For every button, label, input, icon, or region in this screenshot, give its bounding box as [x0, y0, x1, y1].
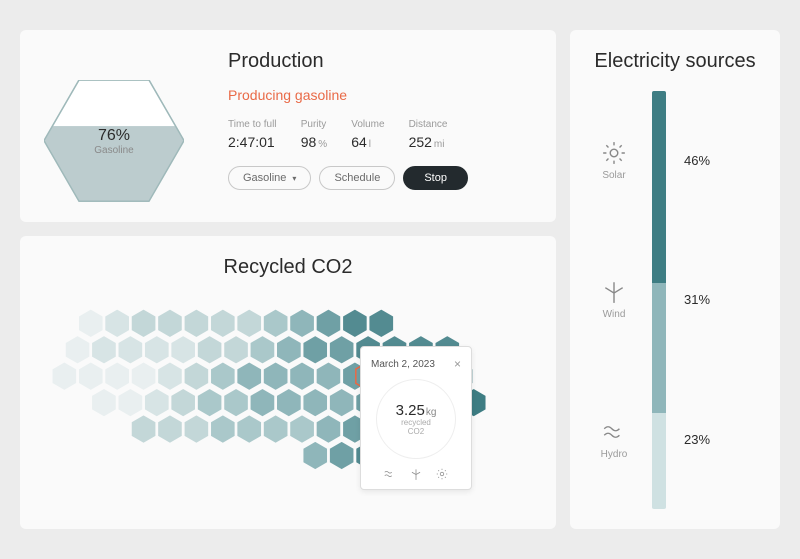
- hex-cell[interactable]: [92, 336, 117, 364]
- hex-cell[interactable]: [184, 362, 209, 390]
- hex-cell[interactable]: [105, 362, 130, 390]
- hex-cell[interactable]: [144, 388, 169, 416]
- hex-cell[interactable]: [131, 309, 156, 337]
- hex-cell[interactable]: [329, 388, 354, 416]
- wind-icon: [409, 467, 423, 481]
- hex-cell[interactable]: [290, 362, 315, 390]
- hex-cell[interactable]: [303, 336, 328, 364]
- hex-cell[interactable]: [329, 441, 354, 469]
- hex-cell[interactable]: [316, 309, 341, 337]
- hex-cell[interactable]: [144, 336, 169, 364]
- hydro-icon: [601, 419, 627, 445]
- hex-cell[interactable]: [329, 336, 354, 364]
- hex-cell[interactable]: [184, 309, 209, 337]
- hex-cell[interactable]: [158, 309, 183, 337]
- hex-cell[interactable]: [171, 388, 196, 416]
- recycled-title: Recycled CO2: [44, 256, 532, 279]
- production-gauge: 76% Gasoline: [44, 50, 204, 202]
- hex-cell[interactable]: [277, 388, 302, 416]
- production-status: Producing gasoline: [228, 87, 532, 103]
- recycled-co2-card: Recycled CO2 March 2, 2023 × 3.25kg recy…: [20, 236, 556, 529]
- sources-title: Electricity sources: [594, 50, 756, 73]
- recycled-tooltip: March 2, 2023 × 3.25kg recycledCO2: [360, 346, 472, 490]
- hex-cell[interactable]: [184, 415, 209, 443]
- sun-icon: [435, 467, 449, 481]
- hex-cell[interactable]: [369, 309, 394, 337]
- bar-segment-wind: [652, 283, 666, 413]
- wind-icon: [601, 279, 627, 305]
- hex-cell[interactable]: [65, 336, 90, 364]
- hex-cell[interactable]: [343, 309, 368, 337]
- stop-button[interactable]: Stop: [403, 166, 468, 190]
- hex-cell[interactable]: [105, 309, 130, 337]
- sun-icon: [601, 140, 627, 166]
- hex-cell[interactable]: [250, 336, 275, 364]
- fuel-select-button[interactable]: Gasoline ▾: [228, 166, 311, 190]
- hex-cell[interactable]: [224, 388, 249, 416]
- schedule-button[interactable]: Schedule: [319, 166, 395, 190]
- hex-cell[interactable]: [290, 415, 315, 443]
- metric-volume: Volume 64l: [351, 119, 384, 150]
- hex-cell[interactable]: [78, 309, 103, 337]
- sources-stacked-bar: [652, 91, 666, 509]
- hex-cell[interactable]: [316, 362, 341, 390]
- metric-distance: Distance 252mi: [409, 119, 448, 150]
- production-card: 76% Gasoline Production Producing gasoli…: [20, 30, 556, 222]
- gauge-sublabel: Gasoline: [94, 145, 133, 156]
- hex-cell[interactable]: [263, 415, 288, 443]
- hex-cell[interactable]: [237, 362, 262, 390]
- hex-cell[interactable]: [158, 362, 183, 390]
- hex-cell[interactable]: [131, 362, 156, 390]
- source-hydro: Hydro: [601, 419, 628, 460]
- tooltip-date: March 2, 2023: [371, 359, 435, 370]
- electricity-sources-card: Electricity sources Solar Wind Hydro 46%…: [570, 30, 780, 529]
- hex-cell[interactable]: [303, 388, 328, 416]
- production-title: Production: [228, 50, 532, 73]
- metric-time-to-full: Time to full 2:47:01: [228, 119, 277, 150]
- hex-cell[interactable]: [197, 336, 222, 364]
- hex-cell[interactable]: [277, 336, 302, 364]
- hex-cell[interactable]: [263, 362, 288, 390]
- bar-segment-solar: [652, 91, 666, 283]
- solar-percent: 46%: [684, 153, 710, 168]
- hex-cell[interactable]: [171, 336, 196, 364]
- hex-cell[interactable]: [92, 388, 117, 416]
- wind-percent: 31%: [684, 292, 710, 307]
- hex-cell[interactable]: [131, 415, 156, 443]
- hex-cell[interactable]: [290, 309, 315, 337]
- hex-cell[interactable]: [316, 415, 341, 443]
- hex-cell[interactable]: [52, 362, 77, 390]
- bar-segment-hydro: [652, 413, 666, 509]
- hex-cell[interactable]: [211, 415, 236, 443]
- hex-cell[interactable]: [118, 336, 143, 364]
- source-solar: Solar: [601, 140, 627, 181]
- gauge-percent: 76%: [98, 127, 130, 145]
- hydro-percent: 23%: [684, 432, 710, 447]
- hex-cell[interactable]: [158, 415, 183, 443]
- hex-cell[interactable]: [197, 388, 222, 416]
- hex-cell[interactable]: [78, 362, 103, 390]
- hex-cell[interactable]: [211, 362, 236, 390]
- hex-cell[interactable]: [303, 441, 328, 469]
- source-wind: Wind: [601, 279, 627, 320]
- metric-purity: Purity 98%: [301, 119, 327, 150]
- hex-cell[interactable]: [118, 388, 143, 416]
- production-metrics: Time to full 2:47:01 Purity 98% Volume 6…: [228, 119, 532, 150]
- hex-cell[interactable]: [237, 415, 262, 443]
- hex-cell[interactable]: [211, 309, 236, 337]
- close-icon[interactable]: ×: [454, 357, 461, 371]
- hex-cell[interactable]: [224, 336, 249, 364]
- hex-cell[interactable]: [263, 309, 288, 337]
- hydro-icon: [383, 467, 397, 481]
- hex-cell[interactable]: [237, 309, 262, 337]
- tooltip-value-circle: 3.25kg recycledCO2: [376, 379, 456, 459]
- hex-cell[interactable]: [250, 388, 275, 416]
- chevron-down-icon: ▾: [292, 174, 296, 183]
